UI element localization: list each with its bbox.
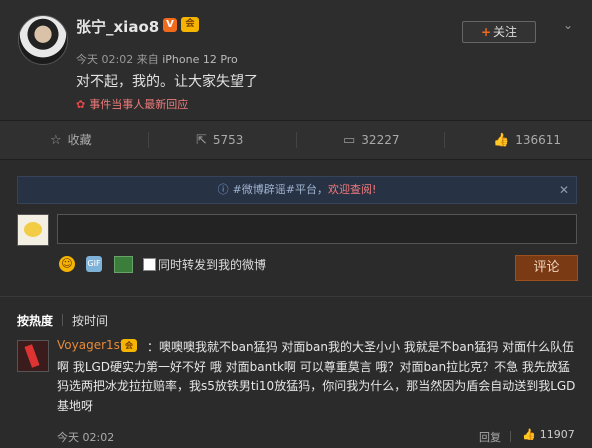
comment-icon: ▭ (343, 133, 356, 148)
chevron-down-icon[interactable]: ⌄ (563, 18, 577, 32)
post-content: 对不起，我的。让大家失望了 (76, 74, 258, 90)
post-device: iPhone 12 Pro (162, 53, 238, 66)
plus-icon: + (480, 25, 492, 39)
follow-button[interactable]: + 关注 (462, 21, 536, 43)
member-icon[interactable]: 会 (121, 339, 137, 352)
reply-button[interactable]: 回复 (479, 429, 501, 445)
info-icon: ⓘ (217, 183, 229, 196)
event-link[interactable]: ✿ 事件当事人最新回应 (76, 96, 188, 112)
comment-time: 今天 02:02 (57, 431, 115, 444)
source-prefix: 来自 (136, 53, 159, 66)
repost-checkbox[interactable] (143, 258, 156, 271)
divider (296, 132, 297, 148)
divider (0, 296, 592, 297)
rumor-notice: ⓘ #微博辟谣#平台，欢迎查阅! ✕ (17, 176, 577, 204)
divider (444, 132, 445, 148)
comment-like-count: 11907 (539, 428, 575, 441)
repost-button[interactable]: ⇱ 5753 (196, 121, 243, 159)
event-link-label: 事件当事人最新回应 (89, 98, 189, 111)
author-avatar[interactable] (18, 15, 68, 65)
comment-button[interactable]: ▭ 32227 (343, 121, 399, 159)
commenter-avatar[interactable] (17, 340, 49, 372)
author-name[interactable]: 张宁_xiao8 (76, 16, 159, 37)
thumb-up-icon: 👍 (493, 133, 510, 148)
my-avatar (17, 214, 49, 246)
follow-label: 关注 (493, 25, 518, 39)
divider (62, 314, 63, 326)
notice-link[interactable]: 欢迎查阅! (328, 183, 376, 196)
comment-input[interactable] (57, 214, 577, 244)
collect-button[interactable]: ☆ 收藏 (50, 121, 92, 159)
post-time[interactable]: 今天 02:02 (76, 53, 133, 66)
repost-icon: ⇱ (196, 133, 207, 148)
star-icon: ☆ (50, 133, 62, 148)
emoji-icon[interactable]: ☺ (59, 256, 75, 272)
divider (148, 132, 149, 148)
repost-checkbox-label[interactable]: 同时转发到我的微博 (158, 256, 266, 273)
repost-count: 5753 (212, 133, 244, 147)
commenter-name[interactable]: Voyager1st (57, 338, 125, 352)
comment-count: 32227 (361, 133, 400, 147)
verified-icon: V (163, 18, 177, 32)
image-icon[interactable] (114, 256, 133, 273)
like-button[interactable]: 👍 136611 (493, 121, 561, 159)
post-meta: 今天 02:02 来自 iPhone 12 Pro (76, 51, 238, 67)
thumb-up-icon: 👍 (522, 428, 536, 441)
sort-time-tab[interactable]: 按时间 (72, 312, 108, 329)
divider (510, 431, 511, 442)
flower-icon: ✿ (76, 98, 86, 111)
member-icon[interactable]: 会 (181, 17, 199, 32)
action-bar: ☆ 收藏 ⇱ 5753 ▭ 32227 👍 136611 (0, 120, 592, 160)
notice-prefix: #微博辟谣#平台， (232, 183, 328, 196)
sort-hot-tab[interactable]: 按热度 (17, 312, 53, 329)
gif-icon[interactable]: GIF (86, 256, 102, 272)
collect-label: 收藏 (67, 133, 92, 147)
like-count: 136611 (515, 133, 561, 147)
submit-comment-button[interactable]: 评论 (515, 255, 578, 281)
comment-like-button[interactable]: 👍 11907 (522, 428, 575, 441)
close-icon[interactable]: ✕ (559, 177, 569, 203)
